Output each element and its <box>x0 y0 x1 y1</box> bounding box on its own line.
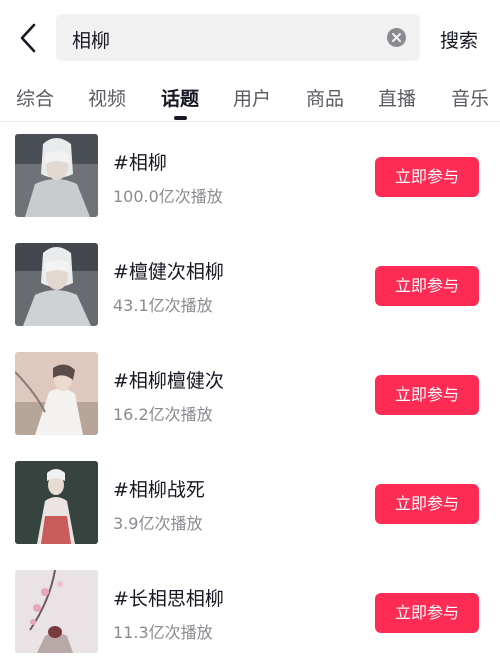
play-count: 43.1亿次播放 <box>113 296 213 315</box>
tab-videos[interactable]: 视频 <box>88 84 126 111</box>
tab-live[interactable]: 直播 <box>378 84 416 111</box>
clear-search-button[interactable] <box>387 28 406 47</box>
play-count: 3.9亿次播放 <box>113 514 203 533</box>
topic-thumbnail <box>15 461 98 544</box>
list-item[interactable]: #长相思相柳 11.3亿次播放 立即参与 <box>0 558 500 667</box>
topic-thumbnail <box>15 243 98 326</box>
top-bar: 相柳 搜索 <box>0 0 500 76</box>
list-item[interactable]: #相柳 100.0亿次播放 立即参与 <box>0 122 500 231</box>
topic-title[interactable]: #相柳檀健次 <box>113 366 224 393</box>
play-count: 100.0亿次播放 <box>113 187 223 206</box>
join-button[interactable]: 立即参与 <box>375 266 479 306</box>
tab-products[interactable]: 商品 <box>306 84 344 111</box>
active-tab-indicator <box>174 116 187 120</box>
search-input[interactable]: 相柳 <box>56 14 420 61</box>
topic-title[interactable]: #相柳战死 <box>113 475 205 502</box>
clear-circle-icon <box>392 33 401 42</box>
topic-title[interactable]: #相柳 <box>113 148 167 175</box>
join-button[interactable]: 立即参与 <box>375 157 479 197</box>
tab-users[interactable]: 用户 <box>233 84 271 111</box>
tab-topics[interactable]: 话题 <box>161 84 199 111</box>
search-query-text: 相柳 <box>72 30 111 52</box>
list-item[interactable]: #相柳战死 3.9亿次播放 立即参与 <box>0 449 500 558</box>
tab-music[interactable]: 音乐 <box>451 84 489 111</box>
chevron-left-icon <box>20 23 36 53</box>
play-count: 16.2亿次播放 <box>113 405 213 424</box>
join-button[interactable]: 立即参与 <box>375 593 479 633</box>
topic-title[interactable]: #檀健次相柳 <box>113 257 224 284</box>
list-item[interactable]: #檀健次相柳 43.1亿次播放 立即参与 <box>0 231 500 340</box>
back-button[interactable] <box>14 20 44 56</box>
play-count: 11.3亿次播放 <box>113 623 213 642</box>
join-button[interactable]: 立即参与 <box>375 484 479 524</box>
list-item[interactable]: #相柳檀健次 16.2亿次播放 立即参与 <box>0 340 500 449</box>
topic-thumbnail <box>15 570 98 653</box>
topic-thumbnail <box>15 352 98 435</box>
topic-thumbnail <box>15 134 98 217</box>
join-button[interactable]: 立即参与 <box>375 375 479 415</box>
topic-title[interactable]: #长相思相柳 <box>113 584 224 611</box>
search-button[interactable]: 搜索 <box>440 26 478 53</box>
category-tabs: 综合 视频 话题 用户 商品 直播 音乐 <box>0 76 500 120</box>
tab-all[interactable]: 综合 <box>16 84 54 111</box>
